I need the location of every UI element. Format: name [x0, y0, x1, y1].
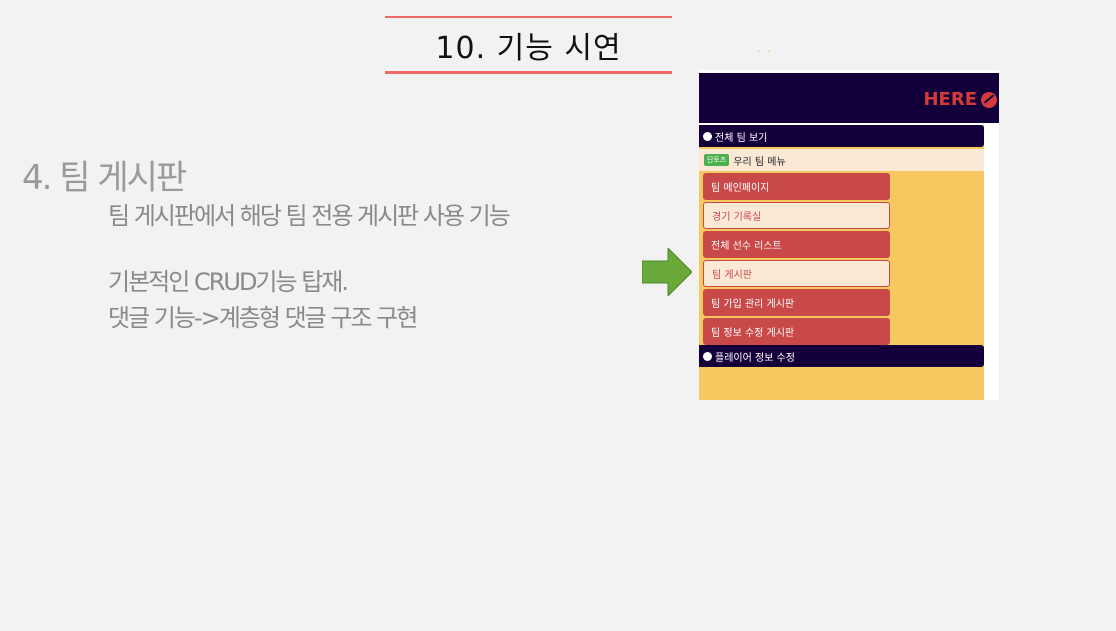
all-teams-label: 전체 팀 보기 — [715, 132, 768, 144]
player-edit-label: 플레이어 정보 수정 — [715, 352, 795, 364]
ball-icon — [703, 351, 712, 361]
app-screenshot: HERE 전체 팀 보기 단토즈 우리 팀 메뉴 팀 메인페이지 경기 기록실 … — [699, 70, 999, 400]
app-logo[interactable]: HERE — [923, 89, 997, 110]
all-teams-link[interactable]: 전체 팀 보기 — [699, 125, 984, 147]
sidebar: 전체 팀 보기 단토즈 우리 팀 메뉴 팀 메인페이지 경기 기록실 전체 선수… — [699, 125, 984, 400]
team-badge: 단토즈 — [704, 154, 730, 166]
menu-match-records[interactable]: 경기 기록실 — [703, 202, 890, 229]
basketball-icon — [981, 91, 997, 108]
our-team-menu-header[interactable]: 단토즈 우리 팀 메뉴 — [699, 149, 984, 171]
right-arrow-icon — [642, 248, 692, 296]
our-team-menu-label: 우리 팀 메뉴 — [733, 156, 786, 168]
menu-team-main[interactable]: 팀 메인페이지 — [703, 173, 890, 200]
desc-line-1: 팀 게시판에서 해당 팀 전용 게시판 사용 기능 — [108, 202, 511, 230]
logo-text: HERE — [923, 89, 977, 110]
menu-team-board[interactable]: 팀 게시판 — [703, 260, 890, 287]
app-header: HERE — [699, 73, 999, 123]
slide-title: 10. 기능 시연 — [435, 30, 622, 66]
menu-join-management[interactable]: 팀 가입 관리 게시판 — [703, 289, 890, 316]
section-title: 4. 팀 게시판 — [22, 158, 187, 198]
decorative-dots: . . — [757, 44, 773, 55]
desc-line-2: 기본적인 CRUD기능 탑재. — [108, 268, 349, 296]
desc-line-3: 댓글 기능->계층형 댓글 구조 구현 — [108, 304, 418, 332]
menu-player-list[interactable]: 전체 선수 리스트 — [703, 231, 890, 258]
menu-team-info-edit[interactable]: 팀 정보 수정 게시판 — [703, 318, 890, 345]
slide-title-box: 10. 기능 시연 — [385, 16, 672, 74]
ball-icon — [703, 131, 712, 141]
player-edit-link[interactable]: 플레이어 정보 수정 — [699, 345, 984, 367]
